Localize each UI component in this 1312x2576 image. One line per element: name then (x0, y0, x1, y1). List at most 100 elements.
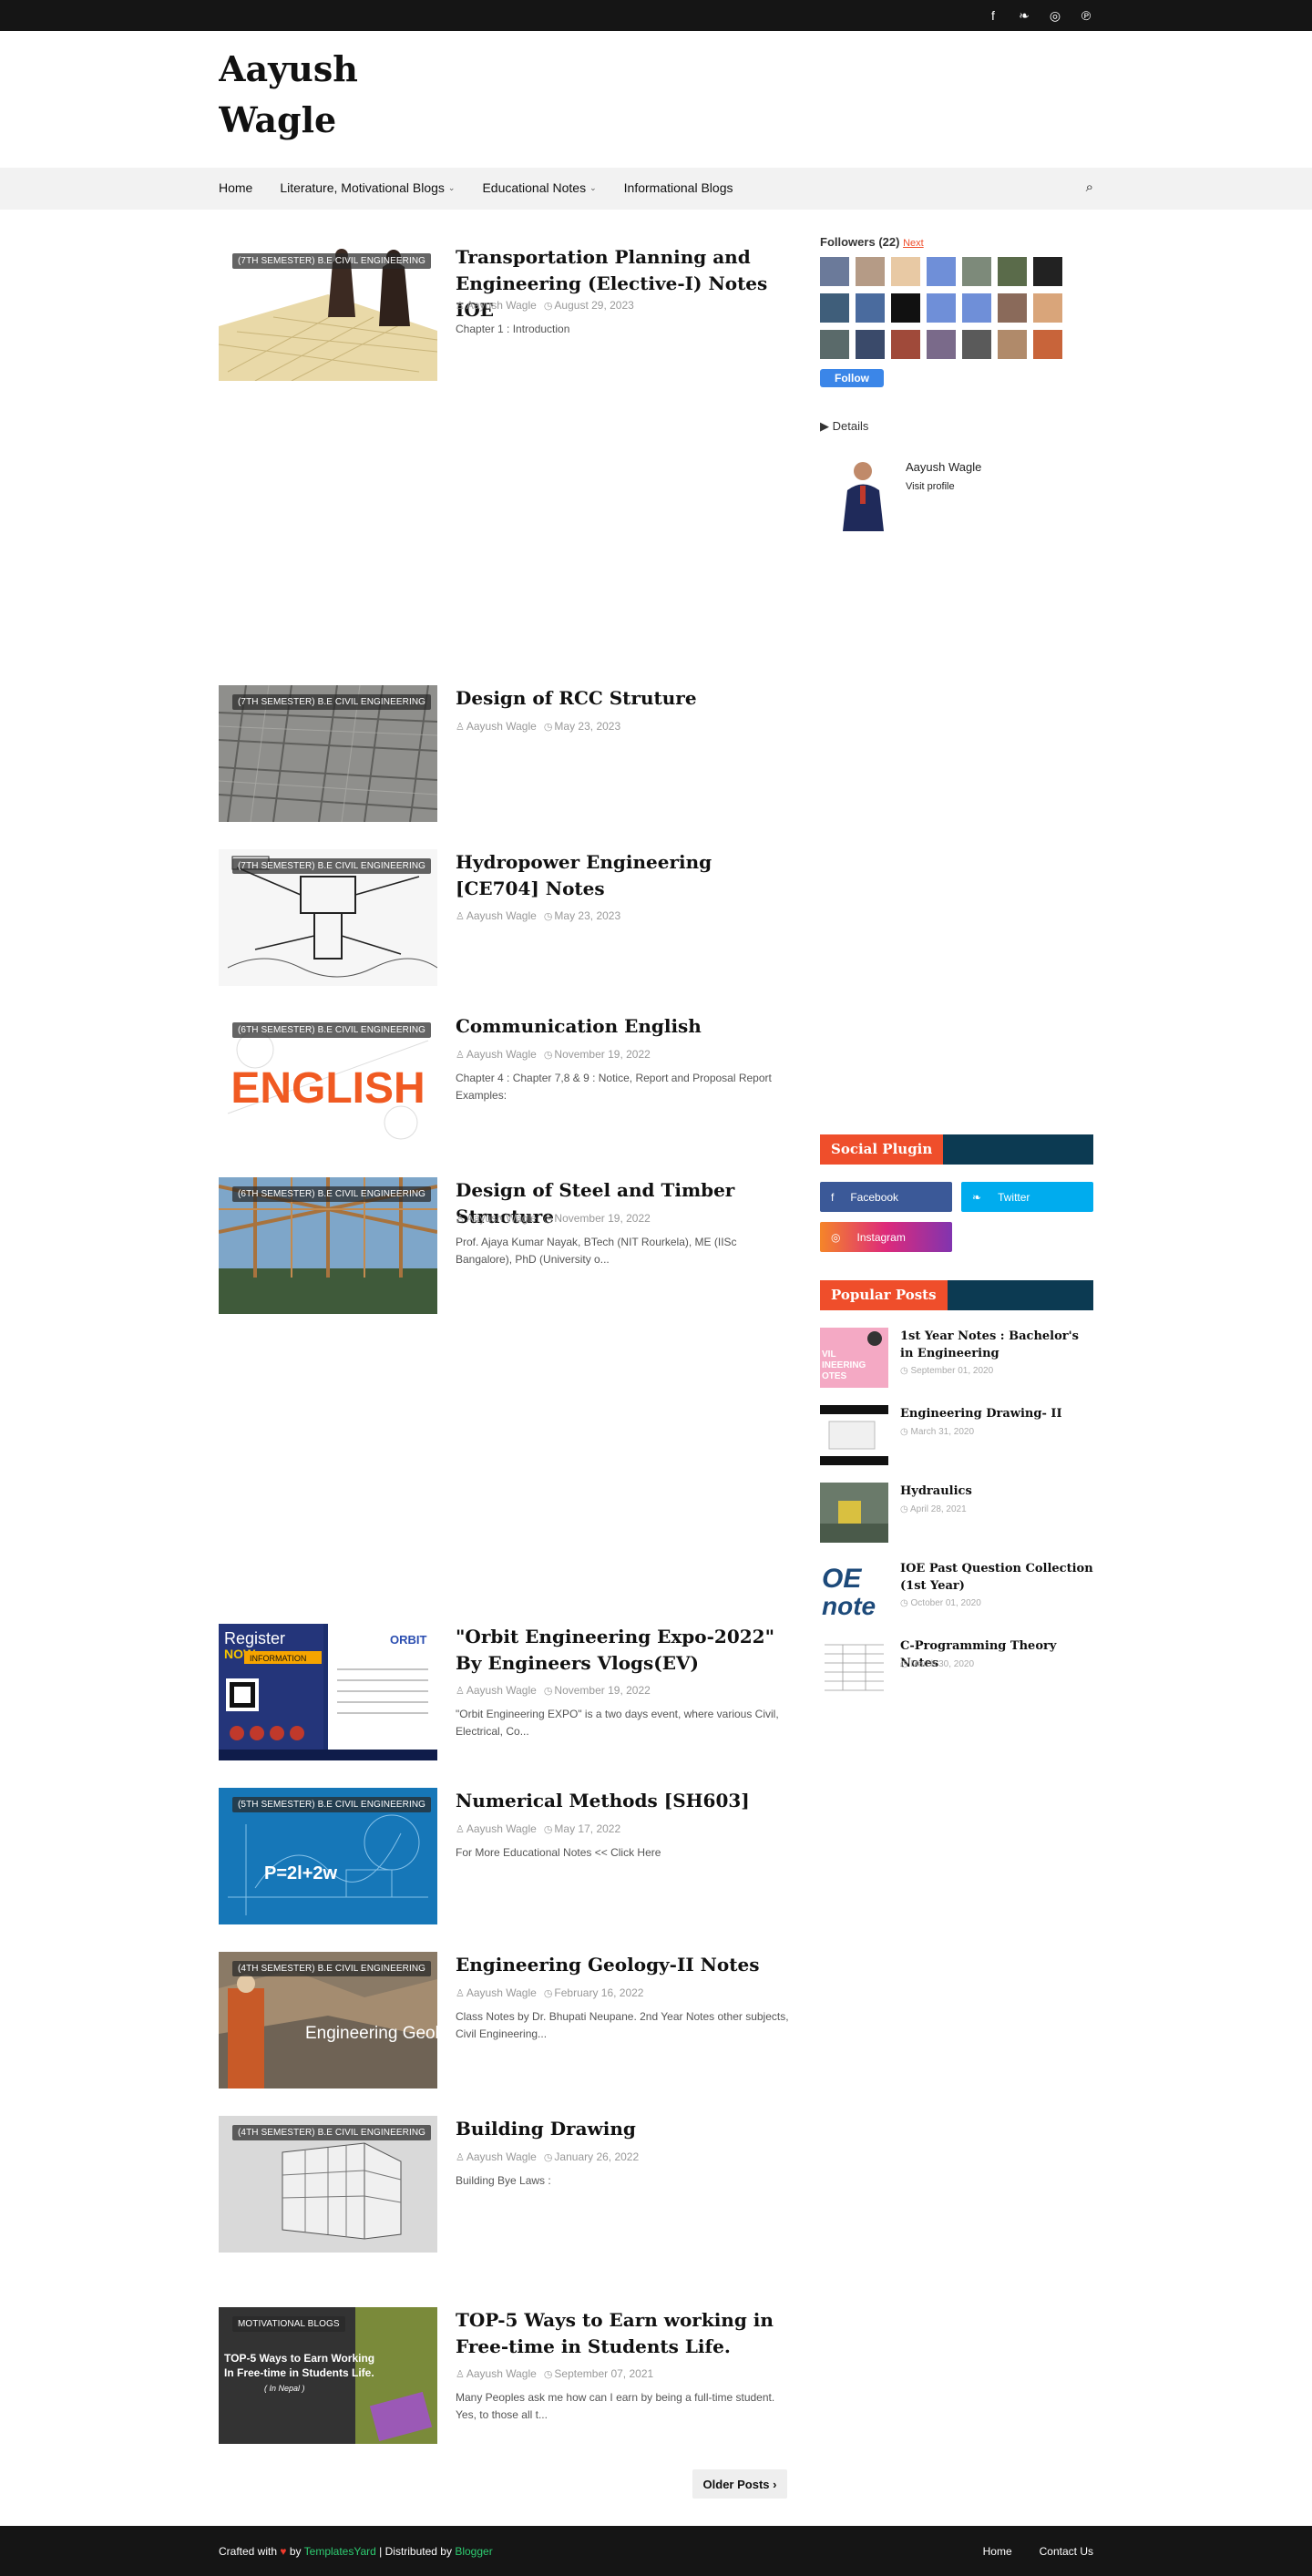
post-thumbnail[interactable]: (6TH SEMESTER) B.E CIVIL ENGINEERING (219, 1177, 437, 1314)
post-thumbnail[interactable]: (7TH SEMESTER) B.E CIVIL ENGINEERING (219, 244, 437, 381)
post-thumbnail[interactable]: (4TH SEMESTER) B.E CIVIL ENGINEERING (219, 2116, 437, 2253)
author-name: Aayush Wagle (466, 2367, 537, 2380)
svg-text:ENGLISH: ENGLISH (231, 1064, 425, 1113)
post-category-label[interactable]: (7TH SEMESTER) B.E CIVIL ENGINEERING (232, 694, 432, 710)
follower-avatar[interactable] (1033, 330, 1062, 359)
follow-button[interactable]: Follow (820, 369, 884, 387)
post-title[interactable]: "Orbit Engineering Expo-2022" By Enginee… (456, 1624, 793, 1677)
search-icon[interactable]: ⌕ (1086, 180, 1093, 195)
post-author[interactable]: ♙ Aayush Wagle (456, 1212, 537, 1225)
post-thumbnail[interactable]: TOP-5 Ways to Earn Working In Free-time … (219, 2307, 437, 2444)
post-thumbnail[interactable]: (7TH SEMESTER) B.E CIVIL ENGINEERING (219, 685, 437, 822)
post-author[interactable]: ♙ Aayush Wagle (456, 909, 537, 922)
footer-text: by (289, 2545, 302, 2558)
popular-post-thumbnail[interactable]: OE note (820, 1560, 888, 1620)
popular-post-thumbnail[interactable]: VIL INEERING OTES (820, 1328, 888, 1388)
pinterest-icon[interactable]: ℗ (1079, 8, 1093, 24)
post-thumbnail[interactable]: (7TH SEMESTER) B.E CIVIL ENGINEERING (219, 849, 437, 986)
site-logo[interactable]: Aayush Wagle (219, 44, 419, 166)
post-title[interactable]: Numerical Methods [SH603] (456, 1788, 793, 1814)
profile-avatar[interactable] (838, 458, 888, 531)
facebook-button[interactable]: f Facebook (820, 1182, 952, 1212)
older-posts-button[interactable]: Older Posts › (692, 2469, 787, 2499)
post-category-label[interactable]: MOTIVATIONAL BLOGS (232, 2316, 345, 2332)
post-title[interactable]: Communication English (456, 1013, 793, 1040)
post-author[interactable]: ♙ Aayush Wagle (456, 2367, 537, 2380)
follower-avatar[interactable] (891, 257, 920, 286)
follower-avatar[interactable] (1033, 257, 1062, 286)
post-snippet: For More Educational Notes << Click Here (456, 1846, 661, 1859)
facebook-icon[interactable]: f (986, 8, 1000, 24)
follower-avatar[interactable] (891, 330, 920, 359)
post-category-label[interactable]: (4TH SEMESTER) B.E CIVIL ENGINEERING (232, 2125, 432, 2140)
follower-avatar[interactable] (856, 257, 885, 286)
visit-profile-link[interactable]: Visit profile (906, 481, 955, 492)
post-thumbnail[interactable]: ENGLISH (6TH SEMESTER) B.E CIVIL ENGINEE… (219, 1013, 437, 1150)
nav-item-educational-notes[interactable]: Educational Notes ⌄ (482, 180, 596, 195)
post-author[interactable]: ♙ Aayush Wagle (456, 299, 537, 312)
details-toggle[interactable]: ▶ Details (820, 419, 868, 434)
nav-item-literature[interactable]: Literature, Motivational Blogs ⌄ (280, 180, 455, 195)
post-title[interactable]: Design of RCC Struture (456, 685, 793, 712)
footer-link-home[interactable]: Home (983, 2545, 1012, 2558)
post-category-label[interactable]: (4TH SEMESTER) B.E CIVIL ENGINEERING (232, 1961, 432, 1976)
post-author[interactable]: ♙ Aayush Wagle (456, 720, 537, 733)
popular-post-thumbnail[interactable] (820, 1405, 888, 1465)
post-category-label[interactable]: (5TH SEMESTER) B.E CIVIL ENGINEERING (232, 1797, 432, 1812)
follower-avatar[interactable] (962, 293, 991, 323)
follower-avatar[interactable] (1033, 293, 1062, 323)
post-thumbnail[interactable]: Engineering Geol (4TH SEMESTER) B.E CIVI… (219, 1952, 437, 2089)
post-title[interactable]: TOP-5 Ways to Earn working in Free-time … (456, 2307, 793, 2360)
instagram-icon[interactable]: ◎ (1048, 8, 1062, 24)
follower-avatar[interactable] (820, 330, 849, 359)
follower-avatar[interactable] (891, 293, 920, 323)
popular-post-item: C-Programming Theory Notes ◷ March 30, 2… (820, 1637, 1093, 1701)
follower-avatar[interactable] (856, 293, 885, 323)
post-author[interactable]: ♙ Aayush Wagle (456, 1986, 537, 1999)
follower-avatar[interactable] (962, 330, 991, 359)
post-thumbnail[interactable]: Register NOW INFORMATION ORBIT (219, 1624, 437, 1760)
popular-post-thumbnail[interactable] (820, 1637, 888, 1698)
clock-icon: ◷ (543, 722, 553, 733)
follower-avatar[interactable] (962, 257, 991, 286)
follower-avatar[interactable] (998, 257, 1027, 286)
templatesyard-link[interactable]: TemplatesYard (304, 2545, 376, 2558)
post-category-label[interactable]: (7TH SEMESTER) B.E CIVIL ENGINEERING (232, 253, 432, 269)
post-author[interactable]: ♙ Aayush Wagle (456, 1684, 537, 1697)
popular-post-thumbnail[interactable] (820, 1483, 888, 1543)
post-title[interactable]: Hydropower Engineering [CE704] Notes (456, 849, 793, 902)
post-meta: ♙ Aayush Wagle ◷ January 26, 2022 (456, 2150, 639, 2163)
twitter-button[interactable]: ❧ Twitter (961, 1182, 1093, 1212)
twitter-icon[interactable]: ❧ (1017, 8, 1031, 24)
footer-link-contact[interactable]: Contact Us (1040, 2545, 1093, 2558)
follower-avatar[interactable] (998, 330, 1027, 359)
follower-avatar[interactable] (820, 257, 849, 286)
popular-post-title[interactable]: Engineering Drawing- II (900, 1405, 1093, 1422)
follower-avatar[interactable] (927, 330, 956, 359)
popular-post-title[interactable]: IOE Past Question Collection (1st Year) (900, 1560, 1093, 1595)
post-category-label[interactable]: (6TH SEMESTER) B.E CIVIL ENGINEERING (232, 1022, 432, 1038)
follower-avatar[interactable] (856, 330, 885, 359)
blogger-link[interactable]: Blogger (455, 2545, 492, 2558)
post-author[interactable]: ♙ Aayush Wagle (456, 1048, 537, 1061)
post-author[interactable]: ♙ Aayush Wagle (456, 1822, 537, 1835)
nav-item-informational-blogs[interactable]: Informational Blogs (624, 180, 733, 195)
follower-avatar[interactable] (927, 293, 956, 323)
follower-avatar[interactable] (998, 293, 1027, 323)
post-item: Engineering Geol (4TH SEMESTER) B.E CIVI… (219, 1952, 789, 2098)
follower-avatar[interactable] (927, 257, 956, 286)
instagram-button[interactable]: ◎ Instagram (820, 1222, 952, 1252)
follower-avatar[interactable] (820, 293, 849, 323)
followers-next-link[interactable]: Next (903, 238, 924, 249)
post-author[interactable]: ♙ Aayush Wagle (456, 2150, 537, 2163)
popular-post-title[interactable]: Hydraulics (900, 1483, 1093, 1500)
post-title[interactable]: Engineering Geology-II Notes (456, 1952, 793, 1978)
post-title[interactable]: Building Drawing (456, 2116, 793, 2142)
followers-count: (22) (878, 235, 900, 249)
post-category-label[interactable]: (7TH SEMESTER) B.E CIVIL ENGINEERING (232, 858, 432, 874)
post-category-label[interactable]: (6TH SEMESTER) B.E CIVIL ENGINEERING (232, 1186, 432, 1202)
popular-post-title[interactable]: 1st Year Notes : Bachelor's in Engineeri… (900, 1328, 1093, 1362)
post-thumbnail[interactable]: P=2l+2w (5TH SEMESTER) B.E CIVIL ENGINEE… (219, 1788, 437, 1924)
post-item: (4TH SEMESTER) B.E CIVIL ENGINEERING Bui… (219, 2116, 788, 2262)
nav-item-home[interactable]: Home (219, 180, 252, 195)
